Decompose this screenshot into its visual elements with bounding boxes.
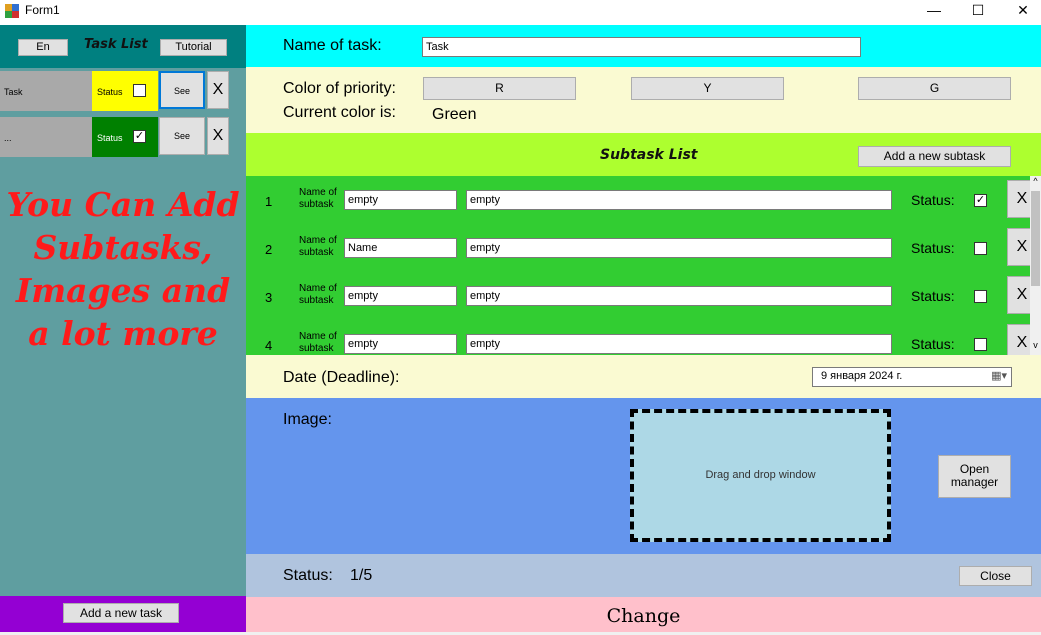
subtask-name-label: Name of subtask xyxy=(299,187,337,210)
subtask-name-label: Name of subtask xyxy=(299,331,337,354)
subtask-status-label: Status: xyxy=(911,192,955,208)
priority-label: Color of priority: xyxy=(283,80,396,97)
task-status-area: Status ✓ xyxy=(92,117,158,157)
subtask-status-checkbox[interactable] xyxy=(974,242,987,255)
image-section: Image: Drag and drop window Open manager xyxy=(246,398,1041,554)
deadline-date-picker[interactable]: 9 января 2024 г. ▦▾ xyxy=(812,367,1012,387)
see-task-button[interactable]: See xyxy=(159,117,205,155)
task-status-label: Status xyxy=(97,87,123,97)
subtask-name-input[interactable] xyxy=(344,190,457,210)
current-color-label: Current color is: xyxy=(283,104,396,121)
subtask-status-checkbox[interactable] xyxy=(974,290,987,303)
subtask-status-label: Status: xyxy=(911,240,955,256)
subtask-row: 2 Name ofsubtask Status: X xyxy=(246,224,1037,272)
subtask-name-input[interactable] xyxy=(344,286,457,306)
subtask-status-label: Status: xyxy=(911,336,955,352)
task-list-title: Task List xyxy=(84,37,148,52)
minimize-button[interactable]: — xyxy=(911,0,957,22)
task-name[interactable]: Task xyxy=(0,71,92,111)
subtask-name-label: Name of subtask xyxy=(299,235,337,258)
language-button[interactable]: En xyxy=(18,39,68,56)
maximize-button[interactable]: ☐ xyxy=(955,0,1001,22)
subtask-header: Subtask List Add a new subtask xyxy=(246,133,1041,176)
promo-text: You Can Add Subtasks, Images and a lot m… xyxy=(0,183,246,355)
subtask-name-input[interactable] xyxy=(344,238,457,258)
image-drop-zone[interactable]: Drag and drop window xyxy=(630,409,891,542)
subtask-list: 1 Name ofsubtask Status: ✓ X 2 Name ofsu… xyxy=(246,176,1041,355)
task-status-checkbox[interactable] xyxy=(133,84,146,97)
task-status-label: Status xyxy=(97,133,123,143)
scroll-up-icon[interactable]: ^ xyxy=(1031,176,1040,186)
task-detail-panel: Name of task: Color of priority: R Y G C… xyxy=(246,25,1041,632)
subtask-name-input[interactable] xyxy=(344,334,457,354)
subtask-status-checkbox[interactable]: ✓ xyxy=(974,194,987,207)
priority-yellow-button[interactable]: Y xyxy=(631,77,784,100)
promo-line: You Can Add xyxy=(6,185,240,224)
scroll-thumb[interactable] xyxy=(1031,191,1040,286)
close-window-button[interactable]: ✕ xyxy=(1000,0,1041,22)
subtask-number: 1 xyxy=(265,194,273,209)
subtask-desc-input[interactable] xyxy=(466,190,892,210)
subtask-row: 3 Name ofsubtask Status: X xyxy=(246,272,1037,320)
add-task-button[interactable]: Add a new task xyxy=(63,603,179,623)
task-row[interactable]: ... Status ✓ See X xyxy=(0,117,246,157)
subtask-desc-input[interactable] xyxy=(466,334,892,354)
app-icon xyxy=(5,4,19,18)
subtask-name-label: Name of subtask xyxy=(299,283,337,306)
priority-red-button[interactable]: R xyxy=(423,77,576,100)
add-subtask-button[interactable]: Add a new subtask xyxy=(858,146,1011,167)
current-color-value: Green xyxy=(432,106,477,123)
subtask-number: 3 xyxy=(265,290,273,305)
subtask-status-label: Status: xyxy=(911,288,955,304)
priority-green-button[interactable]: G xyxy=(858,77,1011,100)
task-list-footer: Add a new task xyxy=(0,596,246,632)
deadline-date-value: 9 января 2024 г. xyxy=(821,370,903,382)
subtask-row: 4 Name ofsubtask Status: X xyxy=(246,320,1037,355)
task-status-checkbox[interactable]: ✓ xyxy=(133,130,146,143)
promo-line: a lot more xyxy=(28,314,218,353)
title-bar: Form1 — ☐ ✕ xyxy=(0,0,1041,25)
subtask-status-checkbox[interactable] xyxy=(974,338,987,351)
subtask-row: 1 Name ofsubtask Status: ✓ X xyxy=(246,176,1037,224)
close-button[interactable]: Close xyxy=(959,566,1032,586)
task-row[interactable]: Task Status See X xyxy=(0,71,246,111)
promo-line: Subtasks, xyxy=(33,228,213,267)
subtask-desc-input[interactable] xyxy=(466,238,892,258)
remove-task-button[interactable]: X xyxy=(207,71,229,109)
subtask-scrollbar[interactable]: ^ v xyxy=(1030,176,1041,355)
scroll-down-icon[interactable]: v xyxy=(1031,340,1040,350)
calendar-icon[interactable]: ▦▾ xyxy=(991,369,1007,382)
task-status-area: Status xyxy=(92,71,158,111)
promo-line: Images and xyxy=(15,271,231,310)
deadline-label: Date (Deadline): xyxy=(283,369,400,386)
task-list-header: En Task List Tutorial xyxy=(0,25,246,68)
remove-task-button[interactable]: X xyxy=(207,117,229,155)
open-manager-button[interactable]: Open manager xyxy=(938,455,1011,498)
task-name-input[interactable] xyxy=(422,37,861,57)
see-task-button[interactable]: See xyxy=(159,71,205,109)
tutorial-button[interactable]: Tutorial xyxy=(160,39,227,56)
deadline-section: Date (Deadline): 9 января 2024 г. ▦▾ xyxy=(246,355,1041,398)
subtask-number: 4 xyxy=(265,338,273,353)
task-name-label: Name of task: xyxy=(283,37,382,54)
subtask-desc-input[interactable] xyxy=(466,286,892,306)
task-name-section: Name of task: xyxy=(246,25,1041,67)
priority-section: Color of priority: R Y G Current color i… xyxy=(246,67,1041,133)
subtask-number: 2 xyxy=(265,242,273,257)
status-section: Status: 1/5 Close xyxy=(246,554,1041,597)
subtask-list-title: Subtask List xyxy=(600,147,698,163)
status-value: 1/5 xyxy=(350,567,373,584)
change-button[interactable]: Change xyxy=(246,597,1041,632)
status-label: Status: xyxy=(283,567,333,584)
window-title: Form1 xyxy=(25,3,60,17)
task-name[interactable]: ... xyxy=(0,117,92,157)
image-label: Image: xyxy=(283,411,332,428)
task-list-panel: En Task List Tutorial Task Status See X … xyxy=(0,25,246,632)
